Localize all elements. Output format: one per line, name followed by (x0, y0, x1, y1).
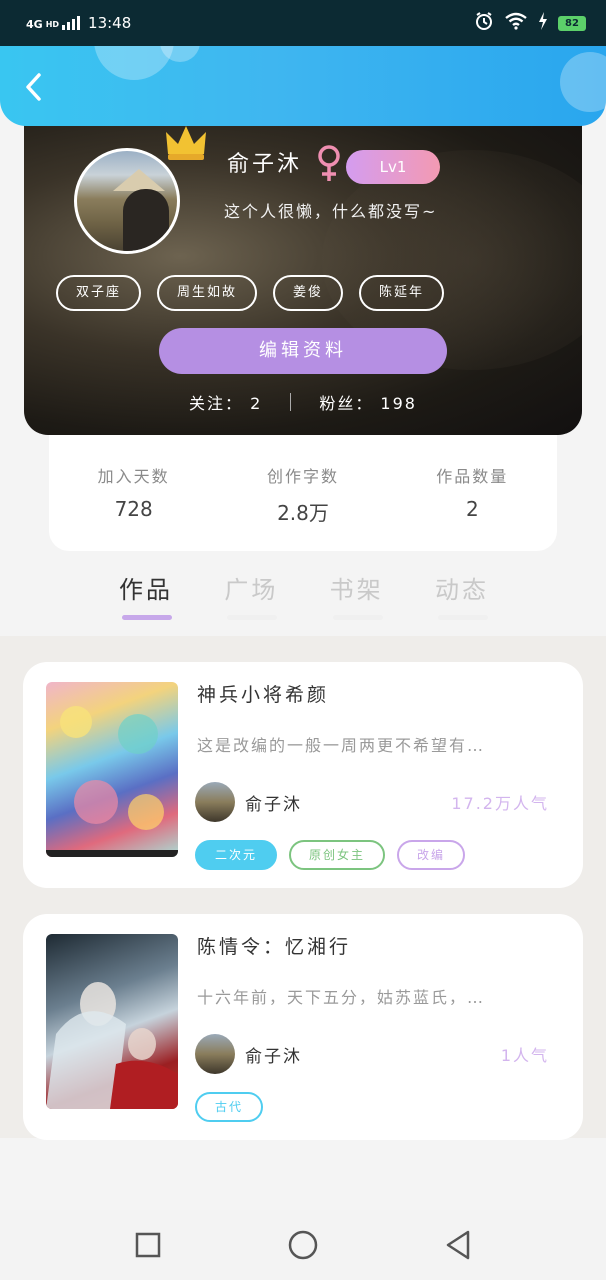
fans-count: 198 (380, 394, 417, 413)
cover-art (46, 982, 178, 1109)
stat-label: 作品数量 (436, 467, 509, 486)
following-count: 2 (250, 394, 263, 413)
home-button[interactable] (285, 1227, 321, 1263)
work-card[interactable]: 神兵小将希颜 这是改编的一般一周两更不希望有… 俞子沐 17.2万人气 二次元 … (23, 662, 583, 888)
profile-tag[interactable]: 姜俊 (273, 275, 344, 311)
divider (290, 393, 292, 411)
tab-label: 书架 (329, 576, 384, 604)
network-type: 4G (26, 18, 43, 31)
female-icon (318, 145, 340, 181)
stats-card: 加入天数 728 创作字数 2.8万 作品数量 2 (49, 435, 557, 551)
user-bio: 这个人很懒，什么都没写~ (224, 202, 438, 221)
work-popularity: 1人气 (500, 1046, 549, 1065)
following-label: 关注： (189, 394, 244, 413)
top-header (0, 46, 606, 126)
tab-indicator (437, 615, 488, 620)
status-left: 4G HD 13:48 (26, 14, 131, 32)
profile-card: 俞子沐 Lv1 这个人很懒，什么都没写~ 双子座 周生如故 姜俊 陈延年 编辑资… (24, 110, 582, 435)
stat-value: 2.8万 (277, 501, 329, 525)
following-link[interactable]: 关注： 2 (189, 390, 262, 414)
stat-value: 728 (114, 497, 153, 521)
avatar-hat (113, 169, 165, 191)
cover-art (46, 706, 178, 857)
chevron-left-icon (26, 73, 41, 101)
circle-icon (288, 1230, 318, 1260)
system-back-button[interactable] (440, 1227, 476, 1263)
work-cover[interactable] (46, 682, 178, 857)
work-tag[interactable]: 改编 (397, 840, 466, 870)
status-bar: 4G HD 13:48 82 (0, 0, 606, 46)
battery-icon: 82 (558, 15, 586, 31)
work-description: 这是改编的一般一周两更不希望有… (197, 736, 486, 755)
decor-bubble (560, 52, 606, 112)
follow-stats: 关注： 2 粉丝： 198 (24, 390, 582, 414)
signal-icon (62, 16, 81, 30)
author-avatar (195, 782, 235, 822)
level-badge: Lv1 (346, 150, 440, 184)
user-name: 俞子沐 (227, 152, 303, 177)
avatar-figure (123, 189, 169, 251)
recent-apps-button[interactable] (130, 1227, 166, 1263)
stat-value: 2 (465, 497, 479, 521)
status-right: 82 (474, 11, 586, 35)
tab-indicator (332, 615, 383, 620)
work-tag[interactable]: 古代 (195, 1092, 264, 1122)
tab-label: 动态 (434, 576, 489, 604)
alarm-icon (474, 11, 494, 35)
profile-tag[interactable]: 双子座 (56, 275, 142, 311)
tab-bookshelf[interactable]: 书架 (305, 560, 409, 630)
wifi-icon (504, 12, 528, 34)
fans-link[interactable]: 粉丝： 198 (319, 390, 417, 414)
stat-join-days: 加入天数 728 (59, 463, 209, 551)
stat-works-count: 作品数量 2 (397, 463, 547, 551)
charging-icon (538, 12, 548, 34)
tab-label: 广场 (224, 576, 279, 604)
clock: 13:48 (88, 14, 132, 32)
tab-activity[interactable]: 动态 (410, 560, 514, 630)
work-tag[interactable]: 二次元 (195, 840, 278, 870)
crown-icon (166, 126, 206, 160)
author-name: 俞子沐 (245, 1047, 302, 1067)
author-name: 俞子沐 (245, 795, 302, 815)
triangle-back-icon (447, 1230, 470, 1260)
tab-label: 作品 (119, 576, 173, 604)
square-icon (135, 1232, 160, 1258)
work-description: 十六年前，天下五分，姑苏蓝氏，… (197, 988, 486, 1007)
stat-label: 加入天数 (97, 467, 170, 486)
network-hd: HD (45, 20, 60, 29)
network-indicator: 4G HD (26, 16, 81, 31)
tab-indicator (227, 615, 278, 620)
work-tag[interactable]: 原创女主 (289, 840, 386, 870)
work-popularity: 17.2万人气 (451, 794, 549, 813)
tab-indicator (122, 615, 172, 620)
work-tags: 二次元 原创女主 改编 (195, 840, 466, 870)
profile-tags: 双子座 周生如故 姜俊 陈延年 (56, 275, 445, 311)
work-cover[interactable] (46, 934, 178, 1109)
tab-works[interactable]: 作品 (94, 560, 198, 630)
system-nav-bar (0, 1210, 606, 1280)
work-title: 神兵小将希颜 (197, 684, 330, 706)
author-avatar (195, 1034, 235, 1074)
profile-tabs: 作品 广场 书架 动态 (94, 560, 514, 630)
work-title: 陈情令：忆湘行 (197, 936, 352, 958)
stat-label: 创作字数 (266, 467, 339, 486)
work-tags: 古代 (195, 1092, 264, 1122)
tab-square[interactable]: 广场 (199, 560, 303, 630)
back-button[interactable] (18, 70, 50, 104)
profile-tag[interactable]: 陈延年 (359, 275, 445, 311)
work-card[interactable]: 陈情令：忆湘行 十六年前，天下五分，姑苏蓝氏，… 俞子沐 1人气 古代 (23, 914, 583, 1140)
profile-tag[interactable]: 周生如故 (157, 275, 258, 311)
stat-word-count: 创作字数 2.8万 (228, 463, 378, 551)
fans-label: 粉丝： (319, 394, 374, 413)
edit-profile-button[interactable]: 编辑资料 (159, 328, 447, 374)
